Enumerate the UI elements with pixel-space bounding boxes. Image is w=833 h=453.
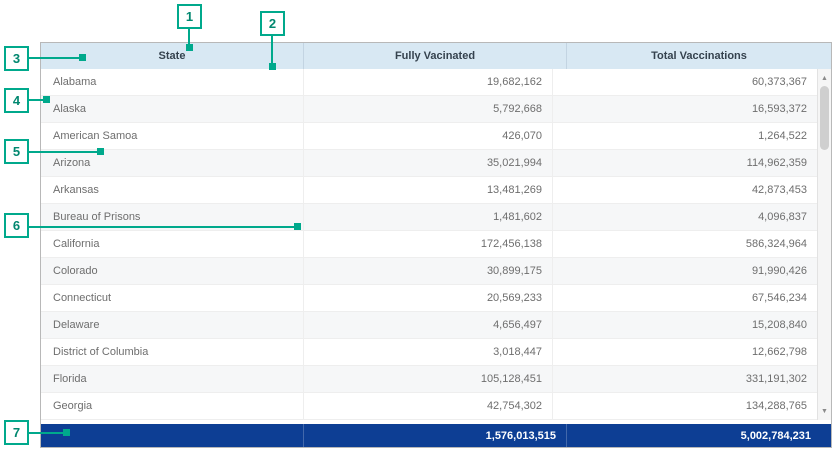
total-vaccinations-cell: 4,096,837: [552, 204, 817, 230]
state-cell: District of Columbia: [41, 339, 303, 365]
table-row[interactable]: Arkansas 13,481,269 42,873,453: [41, 177, 817, 204]
annotation-line-1: [188, 29, 190, 45]
annotation-dot-6: [294, 223, 301, 230]
annotation-line-3: [29, 57, 81, 59]
total-vaccinations-cell: 91,990,426: [552, 258, 817, 284]
table-row[interactable]: Colorado 30,899,175 91,990,426: [41, 258, 817, 285]
annotation-line-6: [29, 226, 296, 228]
fully-vaccinated-cell: 42,754,302: [303, 393, 552, 419]
state-cell: Colorado: [41, 258, 303, 284]
total-vaccinations-cell: 12,662,798: [552, 339, 817, 365]
annotation-line-2: [271, 36, 273, 65]
fully-vaccinated-cell: 13,481,269: [303, 177, 552, 203]
fully-vaccinated-cell: 19,682,162: [303, 69, 552, 95]
column-header-fully-vaccinated[interactable]: Fully Vacinated: [303, 43, 566, 69]
annotation-marker-1: 1: [177, 4, 202, 29]
state-cell: Alabama: [41, 69, 303, 95]
annotation-marker-2: 2: [260, 11, 285, 36]
fully-vaccinated-cell: 1,481,602: [303, 204, 552, 230]
fully-vaccinated-cell: 20,569,233: [303, 285, 552, 311]
annotation-marker-6: 6: [4, 213, 29, 238]
fully-vaccinated-cell: 3,018,447: [303, 339, 552, 365]
fully-vaccinated-cell: 5,792,668: [303, 96, 552, 122]
table-row[interactable]: Florida 105,128,451 331,191,302: [41, 366, 817, 393]
table-row[interactable]: Delaware 4,656,497 15,208,840: [41, 312, 817, 339]
totals-total-vaccinations-cell: 5,002,784,231: [566, 424, 831, 447]
scroll-down-icon[interactable]: ▼: [818, 404, 831, 418]
annotation-line-5: [29, 151, 99, 153]
state-cell: Georgia: [41, 393, 303, 419]
table-row[interactable]: Alaska 5,792,668 16,593,372: [41, 96, 817, 123]
annotation-dot-3: [79, 54, 86, 61]
table-row[interactable]: Connecticut 20,569,233 67,546,234: [41, 285, 817, 312]
table-row[interactable]: California 172,456,138 586,324,964: [41, 231, 817, 258]
scroll-up-icon[interactable]: ▲: [818, 71, 831, 85]
annotation-dot-4: [43, 96, 50, 103]
fully-vaccinated-cell: 30,899,175: [303, 258, 552, 284]
annotation-dot-5: [97, 148, 104, 155]
data-table: State Fully Vacinated Total Vaccinations…: [40, 42, 832, 448]
state-cell: Connecticut: [41, 285, 303, 311]
annotation-marker-3: 3: [4, 46, 29, 71]
totals-fully-vaccinated-cell: 1,576,013,515: [303, 424, 566, 447]
total-vaccinations-cell: 67,546,234: [552, 285, 817, 311]
table-row[interactable]: Alabama 19,682,162 60,373,367: [41, 69, 817, 96]
state-cell: Arizona: [41, 150, 303, 176]
total-vaccinations-cell: 42,873,453: [552, 177, 817, 203]
state-cell: California: [41, 231, 303, 257]
annotation-dot-7: [63, 429, 70, 436]
annotation-line-7: [29, 432, 65, 434]
scrollbar-thumb[interactable]: [820, 86, 829, 150]
total-vaccinations-cell: 60,373,367: [552, 69, 817, 95]
fully-vaccinated-cell: 426,070: [303, 123, 552, 149]
fully-vaccinated-cell: 35,021,994: [303, 150, 552, 176]
vertical-scrollbar[interactable]: ▲ ▼: [817, 69, 831, 420]
total-vaccinations-cell: 1,264,522: [552, 123, 817, 149]
state-cell: Alaska: [41, 96, 303, 122]
state-cell: American Samoa: [41, 123, 303, 149]
totals-row: 1,576,013,515 5,002,784,231: [41, 424, 831, 447]
table-row[interactable]: District of Columbia 3,018,447 12,662,79…: [41, 339, 817, 366]
total-vaccinations-cell: 586,324,964: [552, 231, 817, 257]
fully-vaccinated-cell: 105,128,451: [303, 366, 552, 392]
totals-state-cell: [41, 424, 303, 447]
annotation-dot-1: [186, 44, 193, 51]
table-header: State Fully Vacinated Total Vaccinations: [41, 43, 831, 69]
column-header-total-vaccinations[interactable]: Total Vaccinations: [566, 43, 831, 69]
annotation-marker-5: 5: [4, 139, 29, 164]
total-vaccinations-cell: 15,208,840: [552, 312, 817, 338]
state-cell: Florida: [41, 366, 303, 392]
state-cell: Delaware: [41, 312, 303, 338]
annotation-marker-7: 7: [4, 420, 29, 445]
annotation-dot-2: [269, 63, 276, 70]
total-vaccinations-cell: 114,962,359: [552, 150, 817, 176]
fully-vaccinated-cell: 172,456,138: [303, 231, 552, 257]
total-vaccinations-cell: 16,593,372: [552, 96, 817, 122]
total-vaccinations-cell: 331,191,302: [552, 366, 817, 392]
fully-vaccinated-cell: 4,656,497: [303, 312, 552, 338]
annotation-marker-4: 4: [4, 88, 29, 113]
table-row[interactable]: Georgia 42,754,302 134,288,765: [41, 393, 817, 420]
table-row[interactable]: American Samoa 426,070 1,264,522: [41, 123, 817, 150]
state-cell: Arkansas: [41, 177, 303, 203]
table-body: Alabama 19,682,162 60,373,367 Alaska 5,7…: [41, 69, 831, 420]
table-row[interactable]: Arizona 35,021,994 114,962,359: [41, 150, 817, 177]
total-vaccinations-cell: 134,288,765: [552, 393, 817, 419]
